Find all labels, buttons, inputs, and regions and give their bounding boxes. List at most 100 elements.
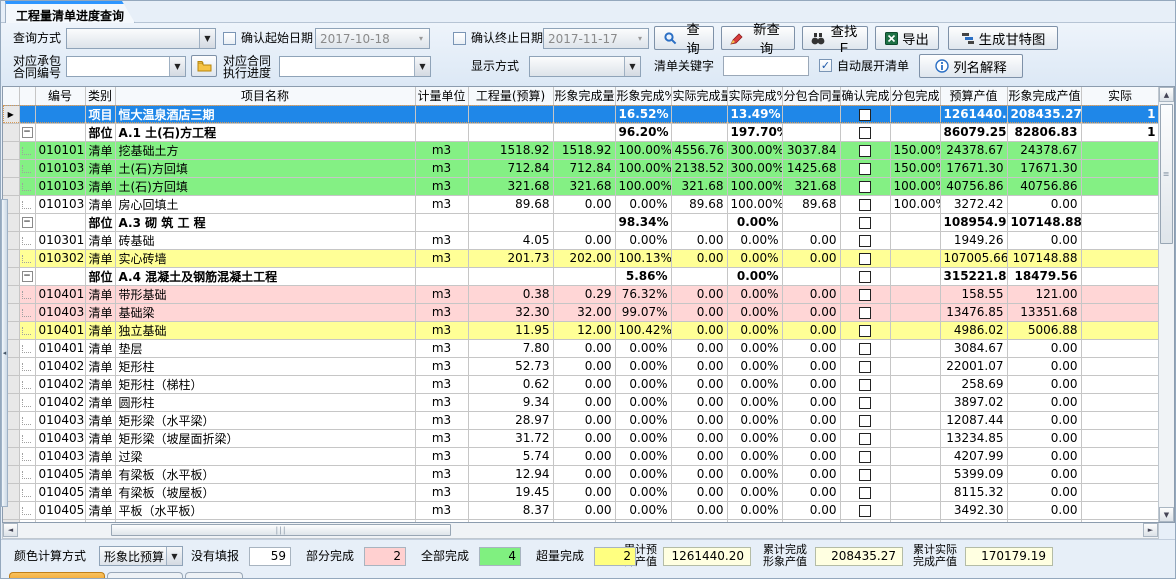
vertical-scroll-thumb[interactable]: ≡ [1160, 104, 1173, 244]
table-row-item[interactable]: 010401清单垫层m37.800.000.00%0.000.00%0.0030… [3, 339, 1159, 357]
confirm-checkbox[interactable] [859, 217, 871, 229]
table-row-item[interactable]: 010302清单实心砖墙m3201.73202.00100.13%0.000.0… [3, 249, 1159, 267]
bottom-tab-active[interactable] [9, 572, 105, 579]
end-date-checkbox[interactable] [453, 32, 466, 45]
confirm-checkbox[interactable] [859, 397, 871, 409]
contract-progress-combo[interactable]: ▼ [279, 56, 431, 77]
chevron-down-icon[interactable]: ▼ [624, 57, 640, 76]
column-header-vi[interactable]: 形象完成产值 [1007, 87, 1081, 105]
column-header-vb[interactable]: 预算产值 [940, 87, 1007, 105]
table-row-item[interactable]: 010103清单土(石)方回填m3712.84712.84100.00%2138… [3, 159, 1159, 177]
table-row-item[interactable]: 010402清单矩形柱m352.730.000.00%0.000.00%0.00… [3, 357, 1159, 375]
column-header-unit[interactable]: 计量单位 [415, 87, 468, 105]
confirm-checkbox[interactable] [859, 325, 871, 337]
column-header-sp[interactable]: 分包完成% [890, 87, 940, 105]
tree-expand-icon[interactable]: − [22, 217, 33, 228]
open-folder-button[interactable] [191, 55, 217, 77]
keyword-input[interactable] [723, 56, 809, 76]
color-mode-combo[interactable]: 形象比预算 ▼ [99, 546, 183, 566]
query-button[interactable]: 查询 [654, 26, 714, 50]
confirm-checkbox[interactable] [859, 127, 871, 139]
scroll-left-icon[interactable]: ◄ [3, 523, 18, 537]
display-mode-combo[interactable]: ▼ [529, 56, 641, 77]
column-header-pi[interactable]: 形象完成% [615, 87, 671, 105]
bottom-tab-2[interactable] [107, 572, 183, 579]
table-row-section[interactable]: −部位A.3 砌 筑 工 程98.34%0.00%108954.92107148… [3, 213, 1159, 231]
confirm-checkbox[interactable] [859, 271, 871, 283]
column-header-qd[interactable]: 形象完成量 [553, 87, 615, 105]
tree-expand-icon[interactable]: − [22, 271, 33, 282]
table-row-item[interactable]: 010301清单砖基础m34.050.000.00%0.000.00%0.001… [3, 231, 1159, 249]
scroll-down-icon[interactable]: ▼ [1159, 507, 1174, 522]
scroll-up-icon[interactable]: ▲ [1159, 87, 1174, 102]
table-row-item[interactable]: 010401清单独立基础m311.9512.00100.42%0.000.00%… [3, 321, 1159, 339]
column-header-sq[interactable]: 分包合同量 [782, 87, 840, 105]
confirm-checkbox[interactable] [859, 433, 871, 445]
export-button[interactable]: 导出 [875, 26, 939, 50]
column-header-cat[interactable]: 类别 [85, 87, 115, 105]
column-header-confirm[interactable]: 确认完成 [840, 87, 890, 105]
table-row-item[interactable]: 010402清单圆形柱m39.340.000.00%0.000.00%0.003… [3, 393, 1159, 411]
confirm-checkbox[interactable] [859, 361, 871, 373]
tree-expand-icon[interactable]: − [22, 127, 33, 138]
confirm-checkbox[interactable] [859, 415, 871, 427]
column-header-qb[interactable]: 工程量(预算) [468, 87, 553, 105]
end-date-picker[interactable]: 2017-11-17 ▾ [543, 28, 649, 49]
column-header-va[interactable]: 实际 [1081, 87, 1159, 105]
find-button[interactable]: 查找F [802, 26, 868, 50]
left-panel-splitter[interactable]: ◂ [1, 199, 8, 507]
chevron-down-icon[interactable]: ▾ [413, 29, 429, 48]
generate-gantt-button[interactable]: 生成甘特图 [948, 26, 1058, 50]
table-row-project[interactable]: ▶项目恒大温泉酒店三期16.52%13.49%1261440.2208435.2… [3, 105, 1159, 123]
column-header-qa[interactable]: 实际完成量 [671, 87, 727, 105]
vertical-scrollbar[interactable]: ▲ ≡ ▼ [1158, 87, 1174, 522]
new-query-button[interactable]: 新查询 [721, 26, 795, 50]
contract-no-combo[interactable]: ▼ [66, 56, 186, 77]
table-row-item[interactable]: 010405清单有梁板（坡屋板）m319.450.000.00%0.000.00… [3, 483, 1159, 501]
table-row-item[interactable]: 010401清单带形基础m30.380.2976.32%0.000.00%0.0… [3, 285, 1159, 303]
chevron-down-icon[interactable]: ▼ [414, 57, 430, 76]
start-date-picker[interactable]: 2017-10-18 ▾ [315, 28, 430, 49]
table-row-item[interactable]: 010403清单矩形梁（坡屋面折梁）m331.720.000.00%0.000.… [3, 429, 1159, 447]
chevron-down-icon[interactable]: ▼ [166, 547, 182, 565]
confirm-checkbox[interactable] [859, 379, 871, 391]
auto-expand-checkbox[interactable]: ✓ [819, 59, 832, 72]
confirm-checkbox[interactable] [859, 505, 871, 517]
confirm-checkbox[interactable] [859, 469, 871, 481]
table-row-section[interactable]: −部位A.1 土(石)方工程96.20%197.70%86079.2582806… [3, 123, 1159, 141]
column-help-button[interactable]: 列名解释 [919, 54, 1023, 78]
table-row-item[interactable]: 010403清单矩形梁（水平梁）m328.970.000.00%0.000.00… [3, 411, 1159, 429]
chevron-down-icon[interactable]: ▾ [632, 29, 648, 48]
confirm-checkbox[interactable] [859, 199, 871, 211]
confirm-checkbox[interactable] [859, 487, 871, 499]
table-row-item[interactable]: 010103清单土(石)方回填m3321.68321.68100.00%321.… [3, 177, 1159, 195]
confirm-checkbox[interactable] [859, 451, 871, 463]
query-mode-combo[interactable]: ▼ [66, 28, 216, 49]
confirm-checkbox[interactable] [859, 289, 871, 301]
table-row-item[interactable]: 010405清单有梁板（水平板）m312.940.000.00%0.000.00… [3, 465, 1159, 483]
table-row-item[interactable]: 010103清单房心回填土m389.680.000.00%89.68100.00… [3, 195, 1159, 213]
tab-progress-query[interactable]: 工程量清单进度查询 [5, 1, 135, 23]
table-row-item[interactable]: 010402清单矩形柱（梯柱）m30.620.000.00%0.000.00%0… [3, 375, 1159, 393]
confirm-checkbox[interactable] [859, 163, 871, 175]
column-header-name[interactable]: 项目名称 [115, 87, 415, 105]
confirm-checkbox[interactable] [859, 253, 871, 265]
horizontal-scrollbar[interactable]: ◄ ||| ► [2, 523, 1159, 539]
confirm-checkbox[interactable] [859, 343, 871, 355]
table-row-item[interactable]: 010403清单过梁m35.740.000.00%0.000.00%0.0042… [3, 447, 1159, 465]
confirm-checkbox[interactable] [859, 235, 871, 247]
bottom-tab-3[interactable] [185, 572, 243, 579]
column-header-code[interactable]: 编号 [35, 87, 85, 105]
chevron-down-icon[interactable]: ▼ [199, 29, 215, 48]
confirm-checkbox[interactable] [859, 307, 871, 319]
start-date-checkbox[interactable] [223, 32, 236, 45]
confirm-checkbox[interactable] [859, 181, 871, 193]
table-row-item[interactable]: 010101清单挖基础土方m31518.921518.92100.00%4556… [3, 141, 1159, 159]
confirm-checkbox[interactable] [859, 145, 871, 157]
column-header-pa[interactable]: 实际完成% [727, 87, 782, 105]
table-row-item[interactable]: 010403清单基础梁m332.3032.0099.07%0.000.00%0.… [3, 303, 1159, 321]
table-row-section[interactable]: −部位A.4 混凝土及钢筋混凝土工程5.86%0.00%315221.86184… [3, 267, 1159, 285]
horizontal-scroll-thumb[interactable]: ||| [111, 524, 451, 536]
confirm-checkbox[interactable] [859, 109, 871, 121]
table-row-item[interactable]: 010405清单平板（水平板）m38.370.000.00%0.000.00%0… [3, 501, 1159, 519]
